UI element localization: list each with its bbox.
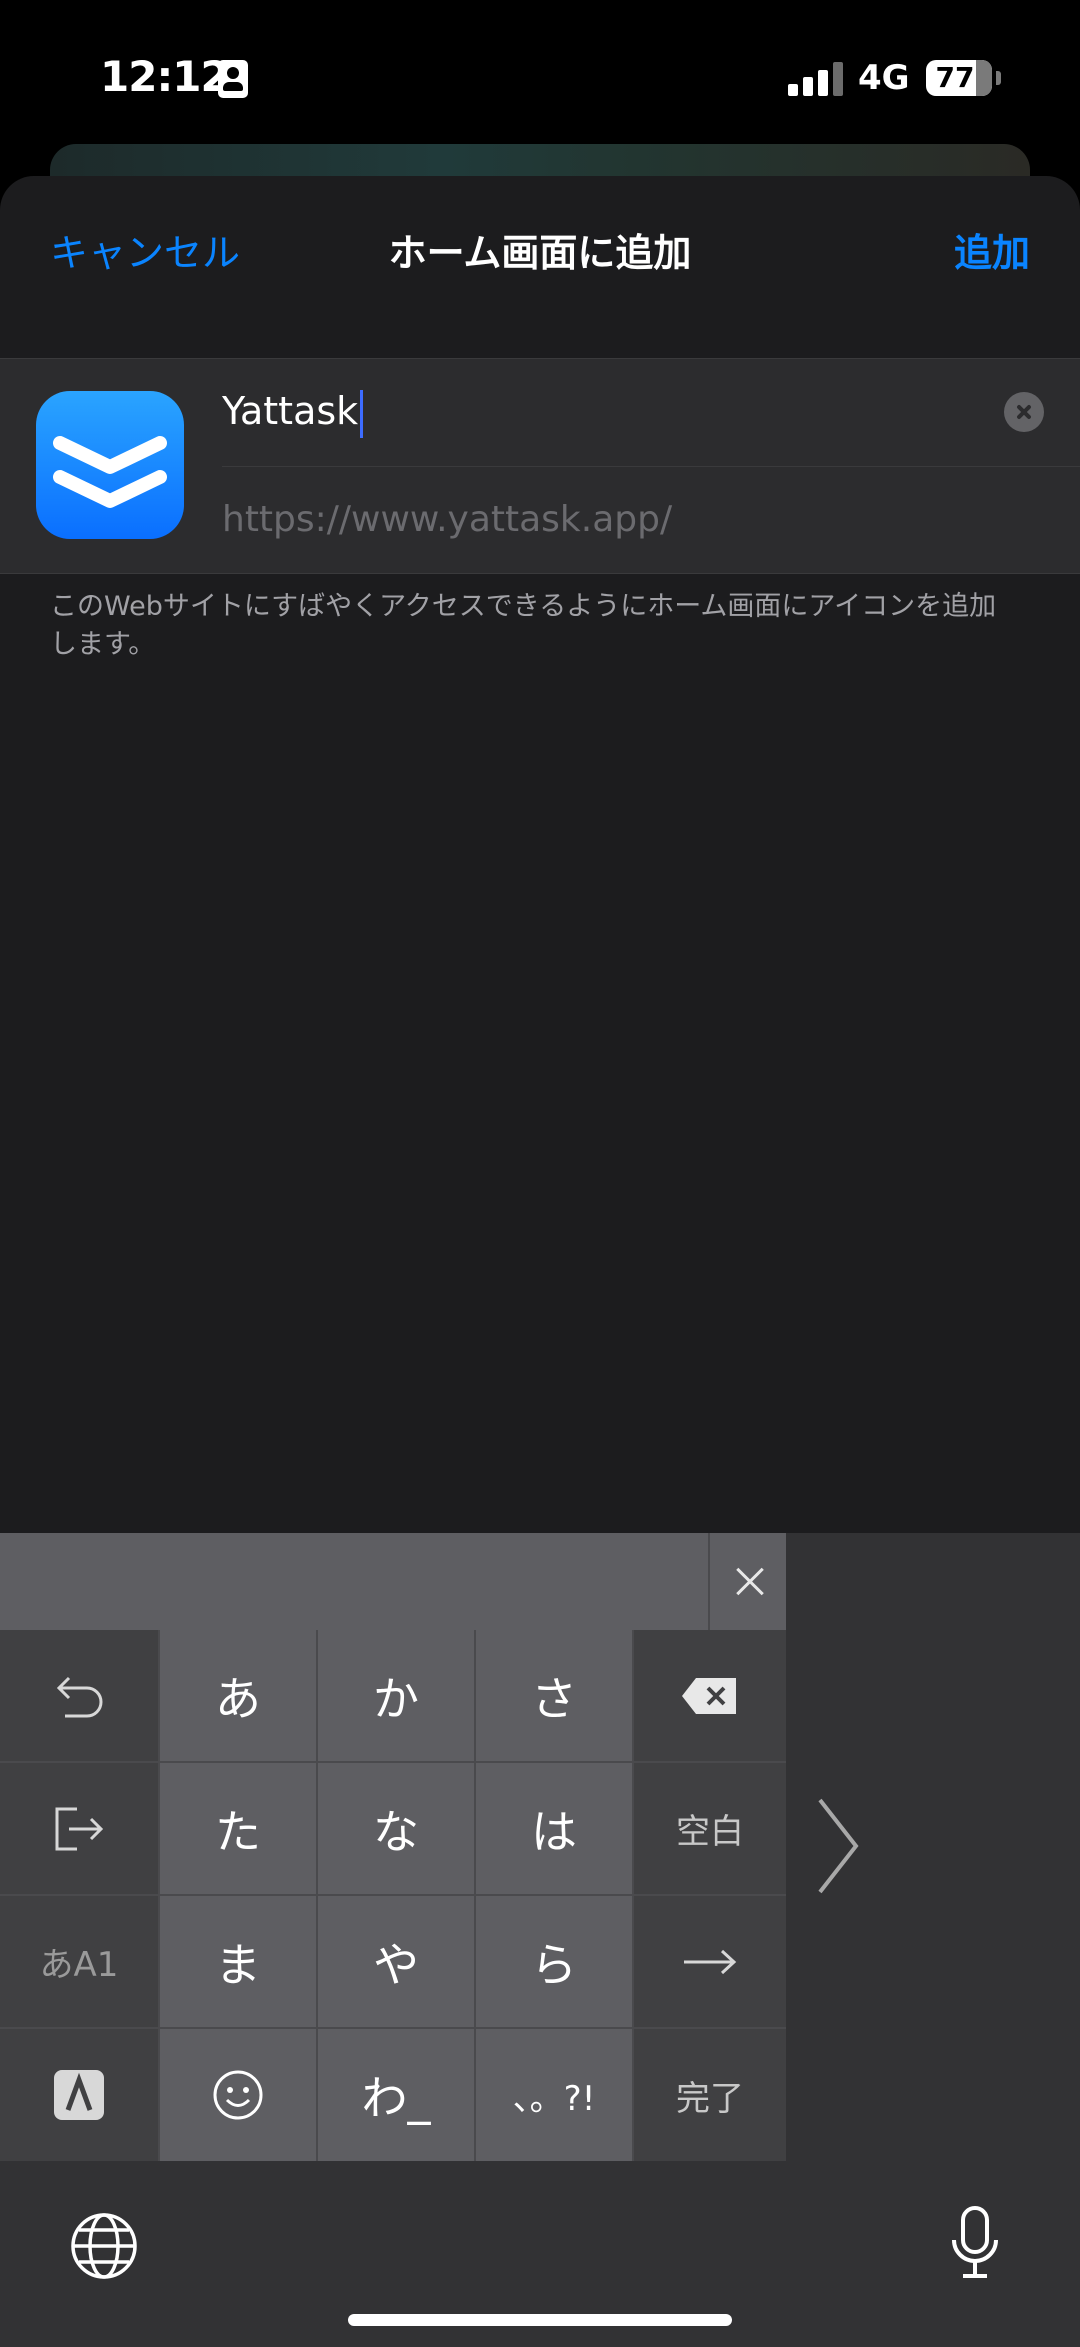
globe-icon[interactable] (70, 2212, 138, 2280)
space-key[interactable]: 空白 (634, 1763, 786, 1894)
arrow-right-icon (684, 1949, 737, 1974)
name-input-value: Yattask (222, 389, 359, 433)
name-input[interactable]: Yattask (222, 389, 364, 438)
home-indicator[interactable] (348, 2314, 732, 2326)
sheet-title: ホーム画面に追加 (388, 231, 692, 275)
undo-key[interactable] (0, 1630, 158, 1761)
field-divider (222, 466, 1080, 467)
battery-icon: 77 (926, 60, 992, 96)
status-bar: 12:12 4G 77 (0, 0, 1080, 150)
add-button[interactable]: 追加 (954, 222, 1030, 277)
description-text: このWebサイトにすばやくアクセスできるようにホーム画面にアイコンを追加します。 (50, 591, 997, 660)
cursor-move-icon (55, 1807, 104, 1850)
microphone-icon[interactable] (950, 2206, 1000, 2282)
delete-icon (682, 1677, 736, 1714)
candidate-bar (0, 1533, 786, 1630)
url-field: https://www.yattask.app/ (222, 499, 673, 540)
text-caret (360, 389, 364, 438)
kana-mode-icon (54, 2070, 104, 2120)
input-mode-key[interactable]: あA1 (0, 1896, 158, 2027)
key-ka[interactable]: か (318, 1630, 474, 1761)
bookmark-form: Yattask https://www.yattask.app/ (0, 358, 1080, 574)
key-na[interactable]: な (318, 1763, 474, 1894)
key-punctuation[interactable]: 、。?! (476, 2029, 632, 2161)
key-ma[interactable]: ま (160, 1896, 316, 2027)
delete-key[interactable] (634, 1630, 786, 1761)
key-ya[interactable]: や (318, 1896, 474, 2027)
emoji-key[interactable] (160, 2029, 316, 2161)
cursor-key[interactable] (0, 1763, 158, 1894)
network-type: 4G (858, 58, 910, 98)
key-ha[interactable]: は (476, 1763, 632, 1894)
app-icon (36, 391, 184, 539)
contact-card-icon (218, 60, 248, 98)
clear-text-button[interactable] (1004, 392, 1044, 432)
key-a[interactable]: あ (160, 1630, 316, 1761)
double-chevron-icon (53, 436, 167, 508)
key-ra[interactable]: ら (476, 1896, 632, 2027)
key-wa[interactable]: わ_ (318, 2029, 474, 2161)
cellular-signal-icon (788, 62, 844, 96)
emoji-icon (213, 2070, 263, 2120)
kana-keyboard: あ か さ た な は 空白 あA1 ま や ら わ_ 、。?! 完了 (0, 1630, 786, 2161)
battery-cap (996, 71, 1001, 85)
key-ta[interactable]: た (160, 1763, 316, 1894)
battery-level: 77 (935, 61, 975, 94)
chevron-right-icon[interactable] (810, 1796, 870, 1896)
next-key[interactable] (634, 1896, 786, 2027)
key-sa[interactable]: さ (476, 1630, 632, 1761)
kana-mode-key[interactable] (0, 2029, 158, 2161)
done-key[interactable]: 完了 (634, 2029, 786, 2161)
status-time: 12:12 (100, 52, 230, 101)
close-candidates-button[interactable] (708, 1533, 788, 1630)
undo-icon (56, 1676, 103, 1717)
